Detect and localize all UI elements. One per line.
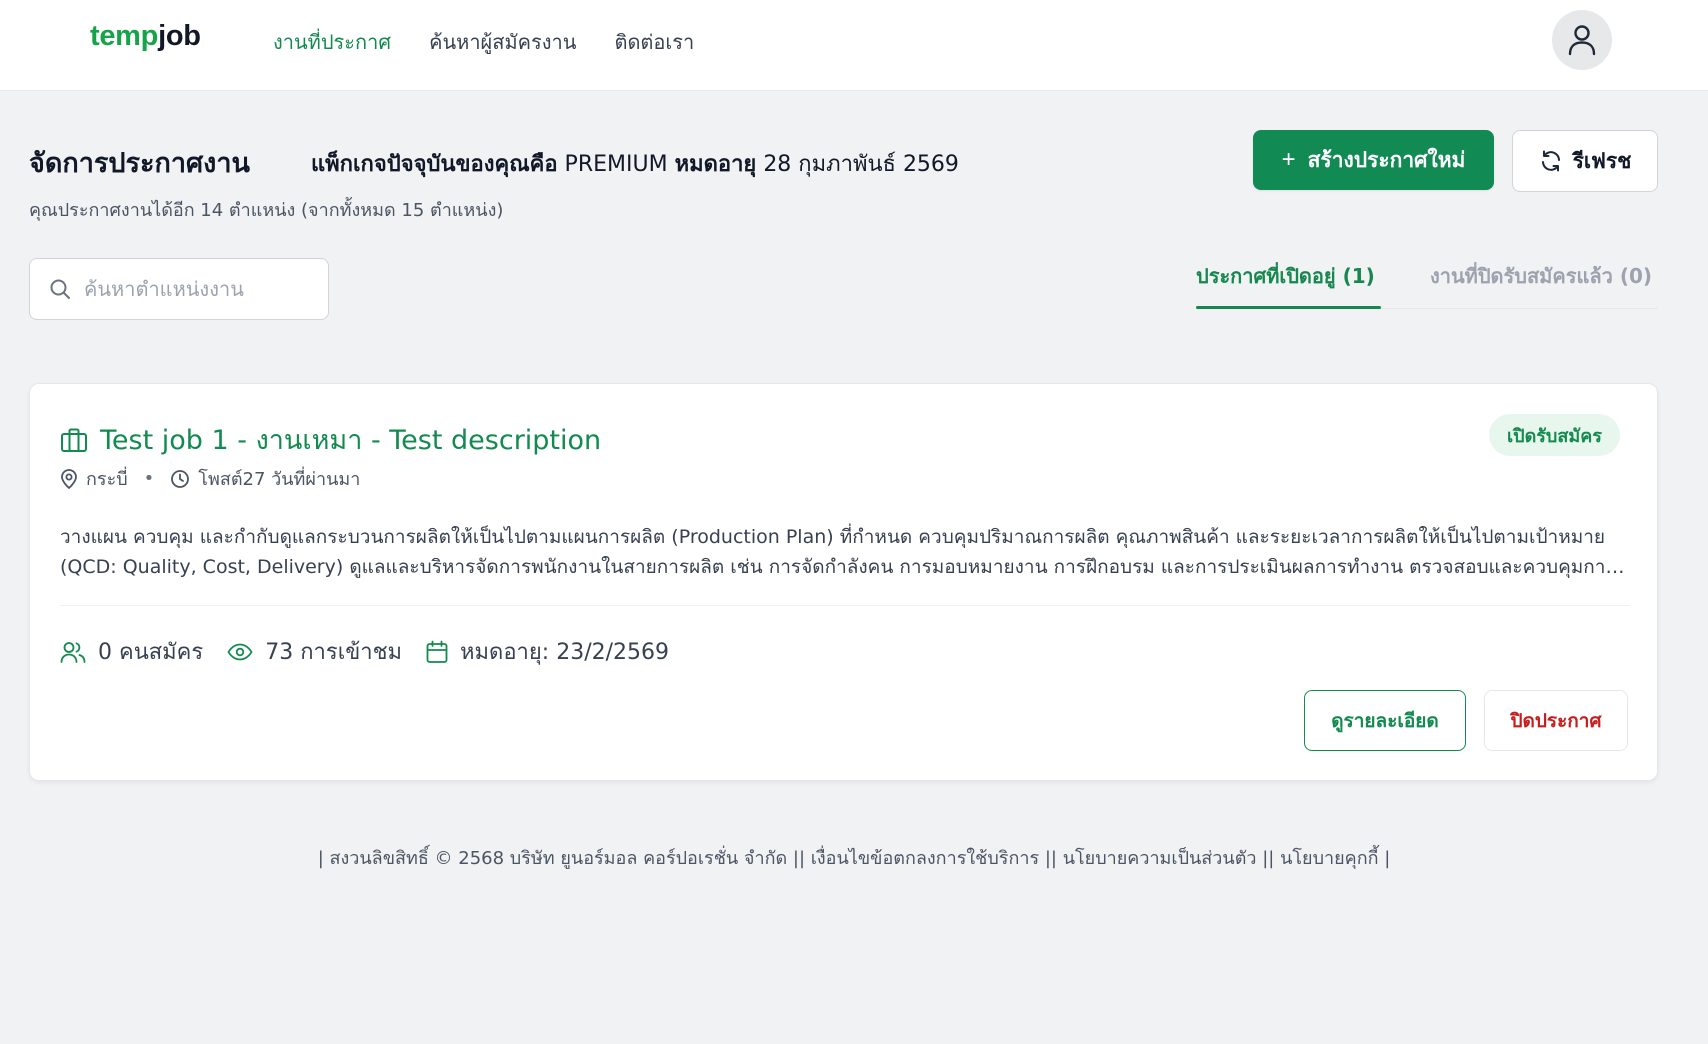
applicants-stat: 0 คนสมัคร — [60, 634, 203, 669]
expiry-stat: หมดอายุ: 23/2/2569 — [426, 634, 669, 669]
search-input[interactable] — [84, 277, 304, 301]
map-pin-icon — [60, 468, 78, 489]
clock-icon — [170, 469, 190, 489]
nav-link-contact[interactable]: ติดต่อเรา — [614, 26, 694, 58]
job-meta: กระบี่ • โพสต์27 วันที่ผ่านมา — [60, 464, 360, 493]
refresh-button[interactable]: รีเฟรช — [1512, 130, 1658, 192]
tab-open-jobs[interactable]: ประกาศที่เปิดอยู่ (1) — [1196, 260, 1375, 292]
job-location: กระบี่ — [86, 469, 128, 490]
job-description: วางแผน ควบคุม และกำกับดูแลกระบวนการผลิตใ… — [60, 526, 1616, 578]
page-title: จัดการประกาศงาน — [29, 148, 250, 179]
active-tab-indicator — [1196, 306, 1381, 309]
expiry-label: หมดอายุ — [674, 152, 757, 177]
create-job-label: สร้างประกาศใหม่ — [1307, 148, 1466, 172]
refresh-icon — [1539, 149, 1563, 173]
status-badge: เปิดรับสมัคร — [1489, 414, 1620, 456]
user-icon — [1567, 24, 1597, 56]
job-stats: 0 คนสมัคร 73 การเข้าชม หมดอายุ: 23/2/256… — [60, 634, 693, 669]
package-label: แพ็กเกจปัจจุบันของคุณคือ — [311, 152, 558, 177]
views-stat: 73 การเข้าชม — [227, 634, 402, 669]
applicants-count: 0 คนสมัคร — [98, 640, 204, 665]
close-job-button[interactable]: ปิดประกาศ — [1484, 690, 1628, 751]
logo-part-job: job — [158, 20, 201, 52]
view-details-button[interactable]: ดูรายละเอียด — [1304, 690, 1466, 751]
views-count: 73 การเข้าชม — [265, 640, 403, 665]
package-info: แพ็กเกจปัจจุบันของคุณคือ PREMIUM หมดอายุ… — [311, 146, 959, 181]
create-job-button[interactable]: + สร้างประกาศใหม่ — [1253, 130, 1494, 190]
users-icon — [60, 641, 86, 663]
nav-link-find-candidates[interactable]: ค้นหาผู้สมัครงาน — [429, 26, 576, 58]
search-icon — [48, 277, 72, 301]
plus-icon: + — [1281, 146, 1296, 173]
nav-link-posted-jobs[interactable]: งานที่ประกาศ — [273, 26, 391, 58]
logo-part-temp: temp — [90, 20, 159, 52]
eye-icon — [227, 643, 253, 661]
meta-separator: • — [143, 468, 155, 489]
footer-links[interactable]: | สงวนลิขสิทธิ์ © 2568 บริษัท ยูนอร์มอล … — [0, 843, 1708, 872]
tab-closed-jobs[interactable]: งานที่ปิดรับสมัครแล้ว (0) — [1430, 260, 1652, 292]
briefcase-icon — [60, 427, 88, 453]
main-nav: งานที่ประกาศ ค้นหาผู้สมัครงาน ติดต่อเรา — [273, 26, 694, 58]
top-navbar: tempjob งานที่ประกาศ ค้นหาผู้สมัครงาน ติ… — [0, 0, 1708, 91]
tempjob-logo[interactable]: tempjob — [90, 20, 201, 53]
quota-subtitle: คุณประกาศงานได้อีก 14 ตำแหน่ง (จากทั้งหม… — [29, 200, 504, 221]
user-avatar-button[interactable] — [1552, 10, 1612, 70]
job-title[interactable]: Test job 1 - งานเหมา - Test description — [100, 418, 601, 461]
job-expiry: หมดอายุ: 23/2/2569 — [460, 640, 670, 665]
job-card: Test job 1 - งานเหมา - Test description … — [29, 383, 1658, 781]
refresh-label: รีเฟรช — [1572, 149, 1632, 173]
package-expiry-date: 28 กุมภาพันธ์ 2569 — [763, 152, 959, 177]
search-box — [29, 258, 329, 320]
job-posted-time: โพสต์27 วันที่ผ่านมา — [198, 469, 361, 490]
card-divider — [60, 605, 1630, 606]
job-title-row: Test job 1 - งานเหมา - Test description — [60, 418, 601, 461]
package-name: PREMIUM — [564, 152, 668, 177]
calendar-icon — [426, 640, 448, 664]
